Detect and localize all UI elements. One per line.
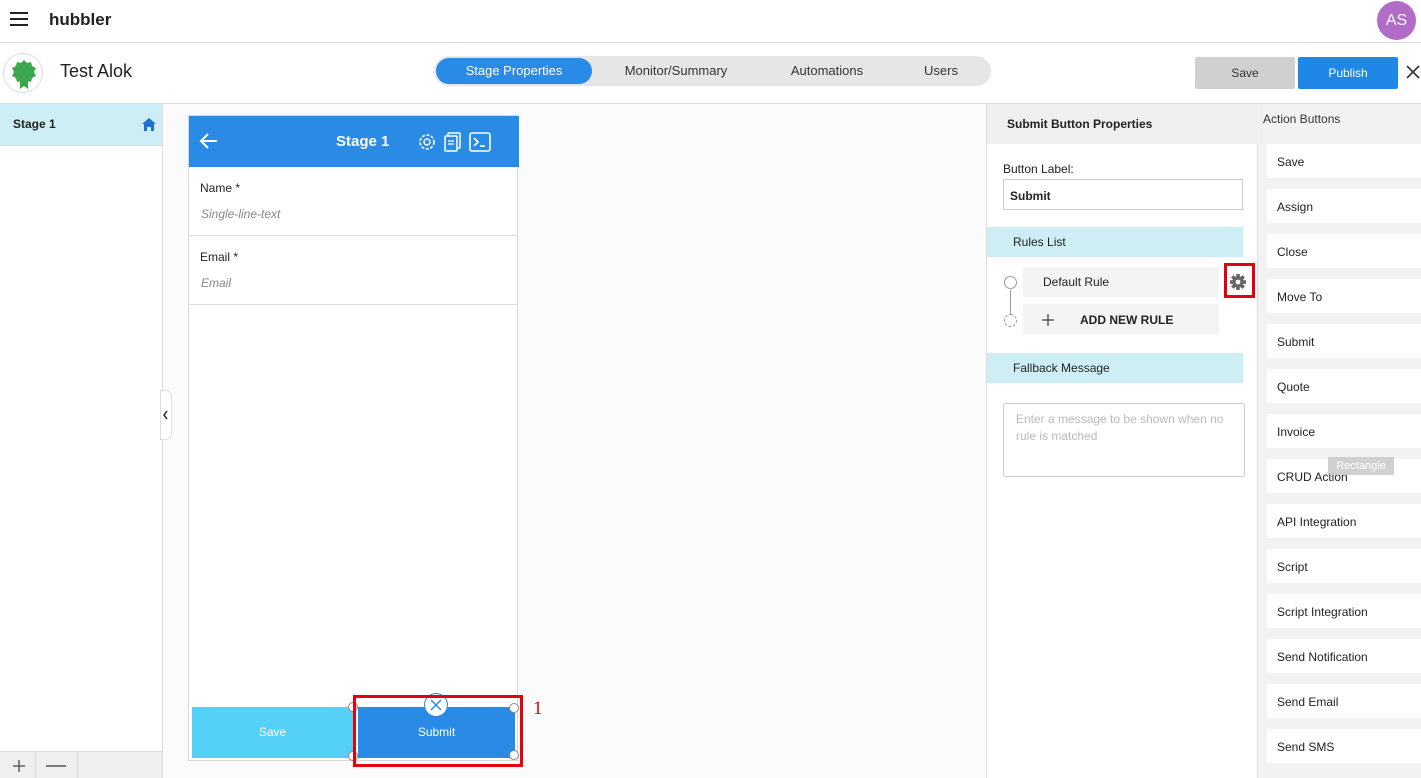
rules-list-header: Rules List xyxy=(987,227,1243,257)
phone-preview: Stage 1 Name * Single-line-text Email * … xyxy=(188,115,519,761)
stages-sidebar: Stage 1 xyxy=(0,104,163,778)
properties-title: Submit Button Properties xyxy=(1007,117,1153,131)
action-item-script[interactable]: Script xyxy=(1267,549,1421,583)
button-label-input[interactable]: Submit xyxy=(1003,179,1243,210)
new-rule-node-icon xyxy=(1004,314,1017,327)
back-arrow-icon[interactable] xyxy=(199,132,219,150)
default-rule-label: Default Rule xyxy=(1043,275,1110,289)
tab-monitor-summary[interactable]: Monitor/Summary xyxy=(604,58,748,84)
app-header: Test Alok Stage Properties Monitor/Summa… xyxy=(0,43,1421,104)
home-icon xyxy=(142,118,156,131)
highlight-box-2 xyxy=(1224,263,1255,298)
action-item-quote[interactable]: Quote xyxy=(1267,369,1421,403)
minus-icon xyxy=(46,765,66,767)
add-new-rule-button[interactable]: ADD NEW RULE xyxy=(1023,304,1219,334)
publish-button[interactable]: Publish xyxy=(1298,57,1398,89)
action-item-move-to[interactable]: Move To xyxy=(1267,279,1421,313)
email-field[interactable]: Email * Email xyxy=(189,236,517,305)
remove-stage-button[interactable] xyxy=(36,752,78,778)
settings-gear-icon[interactable] xyxy=(416,131,438,153)
plus-icon xyxy=(13,760,25,772)
button-label-caption: Button Label: xyxy=(1003,162,1074,176)
action-item-assign[interactable]: Assign xyxy=(1267,189,1421,223)
collapse-sidebar-handle[interactable] xyxy=(160,390,172,440)
properties-header: Submit Button Properties xyxy=(987,104,1258,144)
phone-header: Stage 1 xyxy=(189,116,519,167)
action-item-script-integration[interactable]: Script Integration xyxy=(1267,594,1421,628)
app-logo-icon xyxy=(3,53,43,93)
terminal-icon[interactable] xyxy=(469,131,491,153)
rules-list-title: Rules List xyxy=(1013,235,1066,249)
annotation-number-1: 1 xyxy=(533,698,543,719)
fallback-message-title: Fallback Message xyxy=(1013,361,1110,375)
rule-node-icon xyxy=(1004,276,1017,289)
plus-icon xyxy=(1042,314,1054,326)
tab-stage-properties[interactable]: Stage Properties xyxy=(436,58,592,84)
action-item-send-sms[interactable]: Send SMS xyxy=(1267,729,1421,763)
name-field-label: Name * xyxy=(200,181,241,195)
action-item-api-integration[interactable]: API Integration xyxy=(1267,504,1421,538)
chevron-left-icon xyxy=(163,410,168,420)
app-title: Test Alok xyxy=(60,61,133,81)
add-stage-button[interactable] xyxy=(0,752,36,778)
action-item-invoice[interactable]: Invoice xyxy=(1267,414,1421,448)
name-field-placeholder: Single-line-text xyxy=(201,207,281,221)
rule-connector xyxy=(1010,290,1011,316)
user-avatar[interactable]: AS xyxy=(1377,1,1416,40)
document-icon[interactable] xyxy=(442,131,464,153)
add-new-rule-label: ADD NEW RULE xyxy=(1080,313,1174,327)
tab-users[interactable]: Users xyxy=(904,58,978,84)
hamburger-menu-icon[interactable] xyxy=(10,12,28,28)
action-item-send-email[interactable]: Send Email xyxy=(1267,684,1421,718)
stage-label: Stage 1 xyxy=(13,117,56,131)
action-item-save[interactable]: Save xyxy=(1267,144,1421,178)
close-icon[interactable] xyxy=(1405,64,1421,80)
drag-tooltip: Rectangle xyxy=(1328,457,1394,475)
phone-save-button[interactable]: Save xyxy=(192,707,353,758)
stage-title: Stage 1 xyxy=(336,133,390,150)
email-field-label: Email * xyxy=(200,250,239,264)
fallback-message-header: Fallback Message xyxy=(987,353,1243,383)
email-field-placeholder: Email xyxy=(201,276,232,290)
name-field[interactable]: Name * Single-line-text xyxy=(189,167,517,236)
action-item-submit[interactable]: Submit xyxy=(1267,324,1421,358)
action-buttons-title: Action Buttons xyxy=(1263,112,1341,126)
highlight-box-1 xyxy=(353,695,523,767)
brand-name: hubbler xyxy=(49,10,112,29)
action-item-send-notification[interactable]: Send Notification xyxy=(1267,639,1421,673)
stages-footer xyxy=(0,751,162,778)
top-bar: hubbler AS xyxy=(0,0,1421,43)
stage-tabs: Stage Properties Monitor/Summary Automat… xyxy=(434,56,991,86)
save-button[interactable]: Save xyxy=(1195,57,1295,89)
properties-panel: Submit Button Properties Button Label: S… xyxy=(986,104,1258,778)
action-buttons-panel: Action Buttons Save Assign Close Move To… xyxy=(1258,104,1421,778)
fallback-message-textarea[interactable]: Enter a message to be shown when no rule… xyxy=(1003,403,1245,477)
action-item-close[interactable]: Close xyxy=(1267,234,1421,268)
tab-automations[interactable]: Automations xyxy=(764,58,890,84)
default-rule-item[interactable]: Default Rule xyxy=(1023,267,1219,297)
sidebar-item-stage-1[interactable]: Stage 1 xyxy=(0,104,162,146)
